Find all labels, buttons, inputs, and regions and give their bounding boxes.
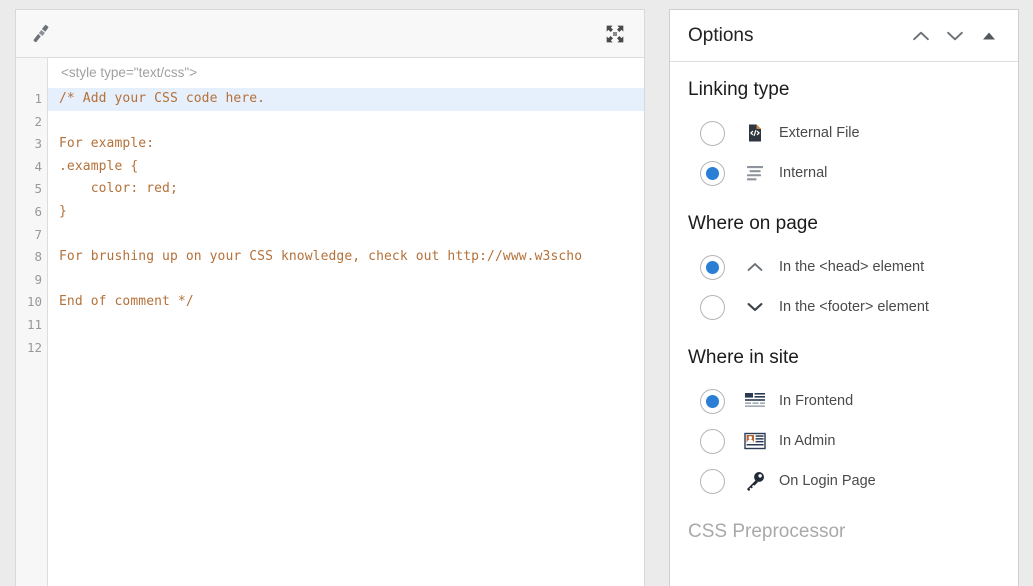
fullscreen-expand-icon[interactable] [598,17,632,51]
editor-body: 1 2 3 4 5 6 7 8 9 10 11 12 <style type="… [16,58,644,586]
code-line[interactable]: color: red; [48,178,644,201]
text-lines-icon [743,164,767,182]
radio-option-head-element[interactable]: In the <head> element [670,247,1018,287]
line-number: 2 [16,111,47,134]
gutter-spacer [16,58,47,88]
collapse-button[interactable] [972,19,1006,53]
code-line[interactable] [48,269,644,292]
code-file-icon [743,123,767,143]
id-card-icon [743,432,767,450]
code-line[interactable]: End of comment */ [48,291,644,314]
radio-option-label: External File [779,125,860,141]
radio-group-where-in-site: In Frontend [670,381,1018,501]
radio-option-internal[interactable]: Internal [670,153,1018,193]
code-text-area[interactable]: <style type="text/css"> /* Add your CSS … [48,58,644,586]
radio-group-linking-type: External File [670,113,1018,193]
code-line[interactable] [48,111,644,134]
line-number-gutter: 1 2 3 4 5 6 7 8 9 10 11 12 [16,58,48,586]
radio-indicator[interactable] [700,295,725,320]
line-number: 5 [16,178,47,201]
radio-indicator[interactable] [700,255,725,280]
radio-option-label: In the <footer> element [779,299,929,315]
css-editor-panel: 1 2 3 4 5 6 7 8 9 10 11 12 <style type="… [15,9,645,586]
code-line[interactable]: .example { [48,156,644,179]
chevron-up-icon [743,256,767,278]
radio-option-external-file[interactable]: External File [670,113,1018,153]
options-panel: Options Linking type [669,9,1019,586]
code-line[interactable]: For example: [48,133,644,156]
section-title-css-preprocessor: CSS Preprocessor [670,521,1018,543]
chevron-down-icon [944,25,966,47]
radio-indicator[interactable] [700,469,725,494]
move-down-button[interactable] [938,19,972,53]
line-number: 4 [16,156,47,179]
radio-option-in-frontend[interactable]: In Frontend [670,381,1018,421]
radio-option-label: In the <head> element [779,259,924,275]
radio-indicator[interactable] [700,161,725,186]
radio-option-label: In Frontend [779,393,853,409]
line-number: 7 [16,224,47,247]
radio-option-label: In Admin [779,433,835,449]
style-tag-hint: <style type="text/css"> [48,58,644,88]
line-number: 11 [16,314,47,337]
radio-indicator[interactable] [700,389,725,414]
app-root: 1 2 3 4 5 6 7 8 9 10 11 12 <style type="… [0,0,1033,586]
chevron-down-icon [743,296,767,318]
line-number: 3 [16,133,47,156]
line-number: 6 [16,201,47,224]
code-line[interactable] [48,224,644,247]
brush-icon[interactable] [25,17,59,51]
line-number: 1 [16,88,47,111]
line-number: 9 [16,269,47,292]
section-title-where-in-site: Where in site [670,347,1018,369]
chevron-up-icon [910,25,932,47]
radio-indicator[interactable] [700,121,725,146]
radio-option-label: On Login Page [779,473,876,489]
code-line[interactable]: For brushing up on your CSS knowledge, c… [48,246,644,269]
line-number: 12 [16,337,47,360]
line-number: 8 [16,246,47,269]
options-body: Linking type External File [670,62,1018,586]
section-title-linking-type: Linking type [670,79,1018,101]
radio-option-footer-element[interactable]: In the <footer> element [670,287,1018,327]
move-up-button[interactable] [904,19,938,53]
layout-grid-icon [743,392,767,410]
triangle-up-icon [981,28,997,44]
line-number: 10 [16,291,47,314]
code-line[interactable] [48,314,644,337]
code-line[interactable] [48,337,644,360]
key-icon [743,470,767,492]
page-title: Options [688,25,904,47]
radio-group-where-on-page: In the <head> element In the <footer> el… [670,247,1018,327]
editor-toolbar [16,10,644,58]
radio-option-label: Internal [779,165,827,181]
code-line[interactable]: /* Add your CSS code here. [48,88,644,111]
radio-option-in-admin[interactable]: In Admin [670,421,1018,461]
code-line[interactable]: } [48,201,644,224]
radio-indicator[interactable] [700,429,725,454]
radio-option-on-login-page[interactable]: On Login Page [670,461,1018,501]
section-title-where-on-page: Where on page [670,213,1018,235]
options-panel-header: Options [670,10,1018,62]
